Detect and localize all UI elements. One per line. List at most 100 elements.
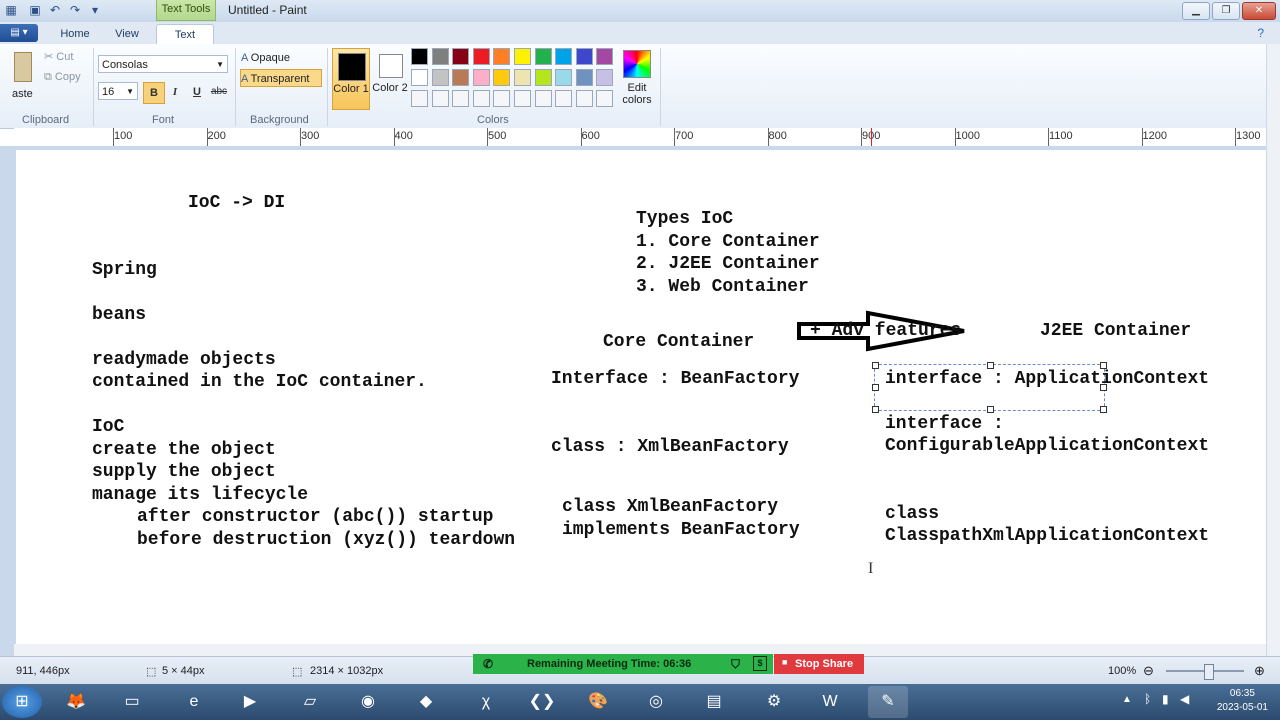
custom-palette-swatch[interactable]	[514, 90, 531, 107]
custom-palette-swatch[interactable]	[472, 90, 490, 107]
tab-text[interactable]: Text	[156, 24, 214, 45]
tab-view[interactable]: View	[104, 24, 150, 44]
palette-swatch[interactable]	[411, 69, 428, 86]
ruler-tick-label: 300	[301, 130, 320, 142]
phone-icon: ✆	[483, 657, 494, 671]
custom-palette-swatch[interactable]	[555, 90, 573, 107]
xml-editor-icon[interactable]: χ	[466, 686, 506, 718]
palette-swatch[interactable]	[431, 48, 449, 65]
resize-handle[interactable]	[872, 406, 879, 413]
firefox-icon[interactable]: 🦊	[56, 686, 96, 718]
bold-button[interactable]: B	[143, 82, 165, 104]
redo-icon[interactable]: ↷	[68, 3, 82, 17]
palette-swatch[interactable]	[514, 48, 531, 65]
color-palette	[411, 48, 617, 112]
maximize-button[interactable]: ❐	[1212, 2, 1240, 20]
drawing-canvas[interactable]: IoC -> DI Spring beans readymade objects…	[16, 150, 1266, 644]
resize-handle[interactable]	[872, 384, 879, 391]
media-player-icon[interactable]: ▶	[230, 686, 270, 718]
palette-swatch[interactable]	[452, 69, 470, 86]
bluetooth-icon[interactable]: ᛒ	[1144, 692, 1151, 706]
underline-button[interactable]: U	[187, 82, 207, 102]
paint-menu-button[interactable]: ▤ ▾	[0, 24, 38, 42]
palette-swatch[interactable]	[493, 69, 511, 86]
internet-explorer-icon[interactable]: e	[174, 686, 214, 718]
close-button[interactable]: ✕	[1242, 2, 1276, 20]
transparent-icon: A	[241, 73, 248, 85]
palette-swatch[interactable]	[493, 48, 511, 65]
volume-icon[interactable]: ◀	[1180, 692, 1189, 706]
resize-handle[interactable]	[1100, 406, 1107, 413]
git-app-icon[interactable]: ◆	[406, 686, 446, 718]
word-icon[interactable]: W	[810, 686, 850, 718]
save-icon[interactable]: ▣	[28, 3, 42, 17]
palette-swatch[interactable]	[534, 48, 552, 65]
font-family-select[interactable]: Consolas ▼	[98, 55, 228, 73]
palette-swatch[interactable]	[431, 69, 449, 86]
palette-swatch[interactable]	[534, 69, 552, 86]
custom-palette-swatch[interactable]	[411, 90, 428, 107]
strikethrough-button[interactable]: abc	[209, 82, 229, 102]
palette-swatch[interactable]	[596, 48, 614, 65]
taskbar-clock[interactable]: 06:35 2023-05-01	[1217, 687, 1268, 715]
paint-app-icon[interactable]: ▦	[4, 3, 18, 17]
copy-button[interactable]: ⧉ Copy	[44, 71, 81, 84]
customize-qat-icon[interactable]: ▾	[88, 3, 102, 17]
palette-swatch[interactable]	[472, 48, 490, 65]
paint-active-icon[interactable]: ✎	[868, 686, 908, 718]
paint-taskbar-icon[interactable]: 🎨	[578, 686, 618, 718]
start-button[interactable]: ⊞	[2, 686, 42, 718]
ruler-tick	[206, 128, 208, 146]
vscode-icon[interactable]: ❮❯	[522, 686, 562, 718]
java-ee-ide-icon[interactable]: ⚙	[754, 686, 794, 718]
custom-palette-swatch[interactable]	[534, 90, 552, 107]
zoom-slider[interactable]	[1166, 664, 1244, 680]
resize-handle[interactable]	[872, 362, 879, 369]
color2-button[interactable]: Color 2	[372, 48, 408, 110]
network-icon[interactable]: ▮	[1162, 692, 1169, 706]
custom-palette-swatch[interactable]	[431, 90, 449, 107]
help-icon[interactable]: ?	[1257, 26, 1264, 40]
tab-home[interactable]: Home	[50, 24, 100, 44]
palette-swatch[interactable]	[555, 69, 573, 86]
canvas-text-core-heading: Core Container	[603, 332, 755, 352]
custom-palette-swatch[interactable]	[452, 90, 470, 107]
custom-palette-swatch[interactable]	[575, 90, 593, 107]
resize-handle[interactable]	[987, 406, 994, 413]
font-size-select[interactable]: 16 ▼	[98, 82, 138, 100]
image-size-icon: ⬚	[292, 666, 303, 678]
stop-share-button[interactable]: ■ Stop Share	[774, 654, 864, 674]
palette-swatch[interactable]	[452, 48, 470, 65]
zoom-out-button[interactable]: ⊖	[1143, 663, 1154, 679]
zoom-slider-thumb[interactable]	[1204, 664, 1214, 680]
cut-button[interactable]: ✂ Cut	[44, 50, 73, 63]
show-hidden-icons-icon[interactable]: ▲	[1122, 694, 1132, 705]
zoom-in-button[interactable]: ⊕	[1254, 663, 1265, 679]
canvas-text-ioc: IoC	[92, 417, 125, 437]
notes-app-icon[interactable]: ▱	[290, 686, 330, 718]
custom-palette-swatch[interactable]	[493, 90, 511, 107]
canvas-text-type-core: 1. Core Container	[636, 232, 820, 252]
palette-swatch[interactable]	[472, 69, 490, 86]
palette-swatch[interactable]	[575, 69, 593, 86]
palette-swatch[interactable]	[411, 48, 428, 65]
palette-swatch[interactable]	[596, 69, 614, 86]
palette-swatch[interactable]	[555, 48, 573, 65]
opaque-button[interactable]: A Opaque	[241, 49, 321, 67]
vertical-scrollbar[interactable]	[1266, 44, 1280, 656]
sql-tool-icon[interactable]: ▤	[694, 686, 734, 718]
palette-swatch[interactable]	[514, 69, 531, 86]
edit-colors-button[interactable]: Edit colors	[620, 48, 654, 110]
chrome-icon[interactable]: ◉	[348, 686, 388, 718]
zoom-app-icon[interactable]: ◎	[636, 686, 676, 718]
undo-icon[interactable]: ↶	[48, 3, 62, 17]
palette-swatch[interactable]	[575, 48, 593, 65]
file-explorer-icon[interactable]: ▭	[112, 686, 152, 718]
minimize-button[interactable]: ▁	[1182, 2, 1210, 20]
paste-button[interactable]: aste	[0, 50, 34, 110]
italic-button[interactable]: I	[165, 82, 185, 102]
color1-button[interactable]: Color 1	[332, 48, 370, 110]
group-divider	[327, 48, 328, 126]
custom-palette-swatch[interactable]	[596, 90, 614, 107]
transparent-button[interactable]: A Transparent	[240, 69, 322, 87]
